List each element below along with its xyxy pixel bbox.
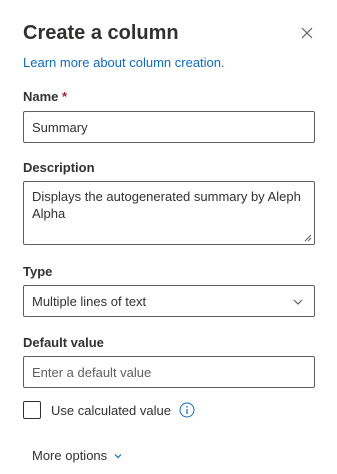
type-selected-value: Multiple lines of text [32,293,147,309]
type-dropdown[interactable]: Multiple lines of text [23,285,315,317]
info-icon[interactable] [179,402,195,418]
create-column-panel: Create a column Learn more about column … [0,0,337,474]
resize-handle-icon[interactable] [304,234,312,242]
close-icon [301,27,313,39]
more-options-button[interactable]: More options [32,448,123,463]
type-label: Type [23,264,53,279]
name-label-text: Name [23,89,59,104]
name-input-value: Summary [32,119,88,135]
default-value-input[interactable]: Enter a default value [23,356,315,388]
default-value-placeholder: Enter a default value [32,364,152,380]
description-value: Displays the autogenerated summary by Al… [32,189,301,221]
close-button[interactable] [298,24,316,42]
description-label: Description [23,160,95,175]
panel-title: Create a column [23,22,179,44]
name-label: Name * [23,89,67,105]
learn-more-link[interactable]: Learn more about column creation. [23,55,225,71]
default-value-label: Default value [23,335,104,350]
required-marker: * [62,89,68,104]
calculated-value-row: Use calculated value [23,400,195,420]
chevron-down-icon [293,299,303,305]
calculated-value-label: Use calculated value [51,402,171,418]
chevron-down-icon [114,453,122,458]
description-textarea[interactable]: Displays the autogenerated summary by Al… [23,181,315,245]
more-options-label: More options [32,448,108,463]
calculated-value-checkbox[interactable] [23,401,41,419]
name-input[interactable]: Summary [23,111,315,143]
